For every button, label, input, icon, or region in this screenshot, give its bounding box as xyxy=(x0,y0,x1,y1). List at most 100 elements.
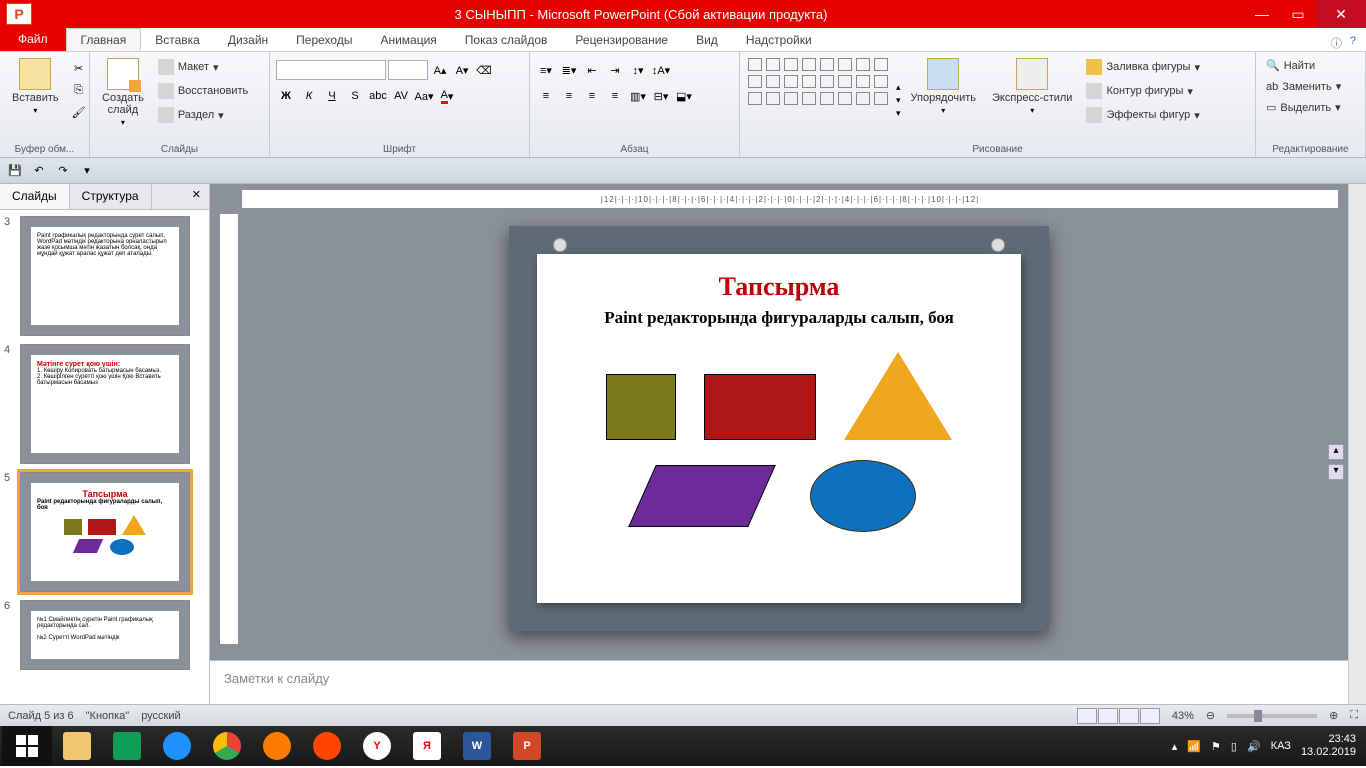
case-button[interactable]: Aa▾ xyxy=(414,86,434,106)
text-direction-button[interactable]: ↕A▾ xyxy=(651,60,671,80)
spacing-button[interactable]: AV xyxy=(391,86,411,106)
panel-close-button[interactable]: ✕ xyxy=(184,184,209,209)
font-size-combo[interactable] xyxy=(388,60,428,80)
replace-button[interactable]: abЗаменить ▾ xyxy=(1262,79,1345,94)
format-painter-button[interactable]: 🖌 xyxy=(69,102,89,122)
font-name-combo[interactable] xyxy=(276,60,386,80)
app-icon-1[interactable] xyxy=(302,726,352,766)
help-icon[interactable]: ? xyxy=(1350,35,1356,51)
powerpoint-icon[interactable]: P xyxy=(502,726,552,766)
volume-icon[interactable]: 🔊 xyxy=(1247,740,1261,753)
justify-button[interactable]: ≡ xyxy=(605,86,625,106)
shape-outline-button[interactable]: Контур фигуры ▾ xyxy=(1082,82,1204,100)
square-shape[interactable] xyxy=(606,374,676,440)
columns-button[interactable]: ▥▾ xyxy=(628,86,648,106)
tray-up-icon[interactable]: ▴ xyxy=(1172,740,1178,753)
shape-fill-button[interactable]: Заливка фигуры ▾ xyxy=(1082,58,1204,76)
zoom-in-button[interactable]: ⊕ xyxy=(1329,709,1338,722)
italic-button[interactable]: К xyxy=(299,86,319,106)
smartart-button[interactable]: ⬓▾ xyxy=(674,86,694,106)
ie-icon[interactable] xyxy=(152,726,202,766)
align-text-button[interactable]: ⊟▾ xyxy=(651,86,671,106)
tab-addins[interactable]: Надстройки xyxy=(732,28,826,51)
tab-animation[interactable]: Анимация xyxy=(366,28,450,51)
slides-tab[interactable]: Слайды xyxy=(0,184,70,209)
tab-slideshow[interactable]: Показ слайдов xyxy=(451,28,562,51)
explorer-icon[interactable] xyxy=(52,726,102,766)
maximize-button[interactable]: ▭ xyxy=(1280,0,1316,28)
prev-slide-button[interactable]: ▴ xyxy=(1328,444,1344,460)
battery-icon[interactable]: ▯ xyxy=(1231,740,1237,753)
copy-button[interactable]: ⎘ xyxy=(69,80,89,100)
yandex-icon[interactable]: Y xyxy=(352,726,402,766)
triangle-shape[interactable] xyxy=(844,352,952,440)
minimize-button[interactable]: — xyxy=(1244,0,1280,28)
undo-button[interactable]: ↶ xyxy=(30,162,48,180)
slide-subtitle-text[interactable]: Paint редакторында фигураларды салып, бо… xyxy=(549,308,1009,328)
tab-review[interactable]: Рецензирование xyxy=(561,28,682,51)
chrome-icon[interactable] xyxy=(202,726,252,766)
oval-shape[interactable] xyxy=(810,460,916,532)
slide-title-text[interactable]: Тапсырма xyxy=(549,272,1009,302)
notes-pane[interactable]: Заметки к слайду xyxy=(210,660,1348,704)
layout-button[interactable]: Макет ▾ xyxy=(154,58,252,76)
paste-button[interactable]: Вставить ▾ xyxy=(6,56,65,142)
bold-button[interactable]: Ж xyxy=(276,86,296,106)
slide-thumbnail-4[interactable]: Мәтінге сурет қою үшін:1. Көшіру Копиров… xyxy=(20,344,190,464)
language-indicator[interactable]: русский xyxy=(141,710,180,722)
reading-view-button[interactable] xyxy=(1119,708,1139,724)
shape-effects-button[interactable]: Эффекты фигур ▾ xyxy=(1082,106,1204,124)
slide-canvas[interactable]: Тапсырма Paint редакторында фигураларды … xyxy=(509,226,1049,631)
slideshow-view-button[interactable] xyxy=(1140,708,1160,724)
zoom-slider[interactable] xyxy=(1227,714,1317,718)
cut-button[interactable]: ✂ xyxy=(69,58,89,78)
keyboard-lang[interactable]: КАЗ xyxy=(1271,740,1291,752)
tab-transitions[interactable]: Переходы xyxy=(282,28,366,51)
ribbon-minimize-icon[interactable]: ⓘ xyxy=(1331,35,1342,51)
media-icon[interactable] xyxy=(252,726,302,766)
shadow-button[interactable]: abc xyxy=(368,86,388,106)
vertical-scrollbar[interactable] xyxy=(1348,184,1366,704)
increase-indent-button[interactable]: ⇥ xyxy=(605,60,625,80)
slide-thumbnail-3[interactable]: Paint графикалық редакторында сурет салы… xyxy=(20,216,190,336)
arrange-button[interactable]: Упорядочить ▾ xyxy=(905,56,982,142)
bullets-button[interactable]: ≡▾ xyxy=(536,60,556,80)
find-button[interactable]: 🔍Найти xyxy=(1262,58,1345,73)
quick-styles-button[interactable]: Экспресс-стили ▾ xyxy=(986,56,1078,142)
reset-button[interactable]: Восстановить xyxy=(154,82,252,100)
slide-thumbnail-6[interactable]: №1 Смайликтің суретін Paint графикалық р… xyxy=(20,600,190,670)
align-center-button[interactable]: ≡ xyxy=(559,86,579,106)
store-icon[interactable] xyxy=(102,726,152,766)
slide-thumbnail-5[interactable]: Тапсырма Paint редакторында фигураларды … xyxy=(20,472,190,592)
fit-window-button[interactable]: ⛶ xyxy=(1350,709,1358,722)
numbering-button[interactable]: ≣▾ xyxy=(559,60,579,80)
strike-button[interactable]: S xyxy=(345,86,365,106)
section-button[interactable]: Раздел ▾ xyxy=(154,106,252,124)
select-button[interactable]: ▭Выделить ▾ xyxy=(1262,100,1345,115)
qat-customize[interactable]: ▾ xyxy=(78,162,96,180)
network-icon[interactable]: 📶 xyxy=(1187,740,1201,753)
grow-font-button[interactable]: A▴ xyxy=(430,60,450,80)
zoom-out-button[interactable]: ⊖ xyxy=(1206,709,1215,722)
font-color-button[interactable]: A▾ xyxy=(437,86,457,106)
redo-button[interactable]: ↷ xyxy=(54,162,72,180)
underline-button[interactable]: Ч xyxy=(322,86,342,106)
shapes-gallery[interactable] xyxy=(746,56,892,142)
next-slide-button[interactable]: ▾ xyxy=(1328,464,1344,480)
parallelogram-shape[interactable] xyxy=(628,465,776,527)
file-tab[interactable]: Файл xyxy=(0,27,66,51)
thumbnails[interactable]: 3 Paint графикалық редакторында сурет са… xyxy=(0,210,209,704)
tab-view[interactable]: Вид xyxy=(682,28,732,51)
yandex-icon-2[interactable]: Я xyxy=(402,726,452,766)
decrease-indent-button[interactable]: ⇤ xyxy=(582,60,602,80)
shrink-font-button[interactable]: A▾ xyxy=(452,60,472,80)
align-right-button[interactable]: ≡ xyxy=(582,86,602,106)
start-button[interactable] xyxy=(2,726,52,766)
rectangle-shape[interactable] xyxy=(704,374,816,440)
align-left-button[interactable]: ≡ xyxy=(536,86,556,106)
word-icon[interactable]: W xyxy=(452,726,502,766)
normal-view-button[interactable] xyxy=(1077,708,1097,724)
zoom-level[interactable]: 43% xyxy=(1172,710,1194,722)
line-spacing-button[interactable]: ↕▾ xyxy=(628,60,648,80)
close-button[interactable]: ✕ xyxy=(1316,0,1366,28)
